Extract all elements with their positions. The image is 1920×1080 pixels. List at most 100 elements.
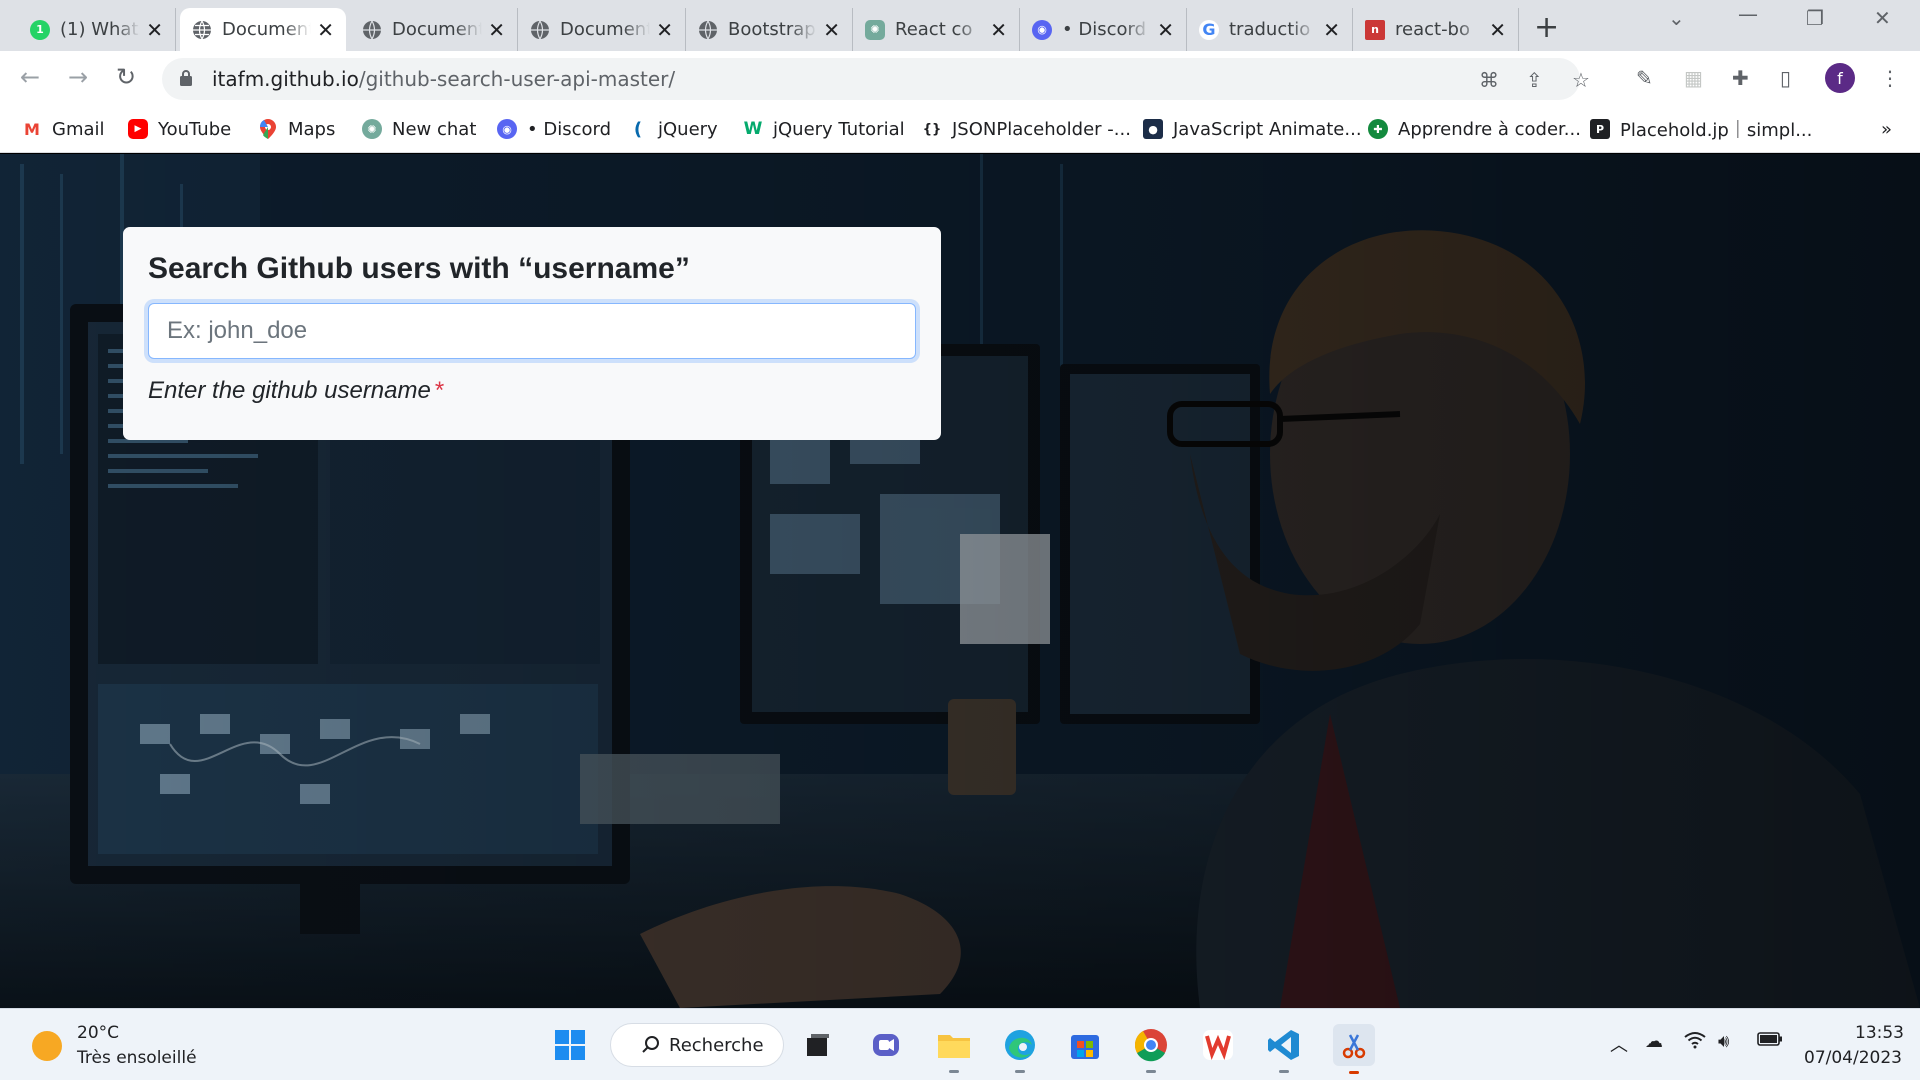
clock-time[interactable]: 13:53 bbox=[1855, 1023, 1904, 1043]
translate-icon[interactable]: ⌘ bbox=[1479, 68, 1499, 92]
snipping-tool-icon[interactable] bbox=[1333, 1024, 1375, 1074]
eyedropper-extension-icon[interactable]: ✎ bbox=[1636, 66, 1653, 90]
w3schools-icon: W bbox=[743, 119, 763, 139]
volume-icon[interactable]: 🔊︎ bbox=[1718, 1031, 1729, 1052]
tab-title: Document bbox=[560, 19, 651, 40]
bookmark-placehold[interactable]: P Placehold.jp｜simpl... bbox=[1590, 115, 1812, 143]
address-bar[interactable]: itafm.github.io/github-search-user-api-m… bbox=[162, 58, 1590, 100]
bookmark-discord[interactable]: ◉ • Discord bbox=[497, 115, 611, 143]
bookmark-new-chat[interactable]: ✺ New chat bbox=[362, 115, 476, 143]
bookmark-label: New chat bbox=[392, 118, 477, 140]
chrome-icon[interactable] bbox=[1133, 1027, 1169, 1073]
search-icon bbox=[642, 1036, 659, 1053]
tab-bootstrap[interactable]: Bootstrap ✕ bbox=[686, 8, 853, 51]
url-text[interactable]: itafm.github.io/github-search-user-api-m… bbox=[212, 67, 675, 91]
close-icon[interactable]: ✕ bbox=[1489, 18, 1506, 42]
bookmark-label: YouTube bbox=[158, 118, 232, 140]
bookmark-star-icon[interactable]: ☆ bbox=[1572, 68, 1590, 92]
window-close-button[interactable]: ✕ bbox=[1874, 6, 1891, 30]
weather-temperature[interactable]: 20°C bbox=[77, 1023, 119, 1043]
bookmark-label: JSONPlaceholder -... bbox=[952, 118, 1131, 140]
start-button[interactable] bbox=[552, 1027, 588, 1063]
tab-document[interactable]: Document ✕ bbox=[350, 8, 518, 51]
discord-icon: ◉ bbox=[497, 119, 517, 139]
reload-button[interactable]: ↻ bbox=[116, 63, 136, 91]
tab-document-active[interactable]: Document ✕ bbox=[180, 8, 346, 51]
globe-icon bbox=[362, 20, 382, 40]
bookmark-youtube[interactable]: ▶ YouTube bbox=[128, 115, 231, 143]
globe-icon bbox=[192, 20, 212, 40]
lock-icon[interactable] bbox=[180, 70, 192, 86]
bookmark-javascript-animate[interactable]: ● JavaScript Animate... bbox=[1143, 115, 1362, 143]
show-hidden-icons-chevron[interactable]: ︿ bbox=[1610, 1031, 1628, 1057]
close-icon[interactable]: ✕ bbox=[1157, 18, 1174, 42]
running-indicator bbox=[1349, 1071, 1359, 1074]
tab-discord[interactable]: ◉ • Discord ✕ bbox=[1020, 8, 1187, 51]
extension-icon[interactable]: ▦ bbox=[1684, 66, 1703, 90]
forward-button[interactable]: → bbox=[68, 63, 88, 91]
bookmark-label: jQuery Tutorial bbox=[773, 118, 905, 140]
close-icon[interactable]: ✕ bbox=[317, 18, 334, 42]
close-icon[interactable]: ✕ bbox=[146, 18, 163, 42]
bookmark-jquery[interactable]: ( jQuery bbox=[628, 115, 718, 143]
close-icon[interactable]: ✕ bbox=[990, 18, 1007, 42]
tab-document[interactable]: Document ✕ bbox=[518, 8, 686, 51]
screen: 1 (1) WhatsApp ✕ Document ✕ Document ✕ D… bbox=[0, 0, 1920, 1080]
back-button[interactable]: ← bbox=[20, 63, 40, 91]
url-domain: itafm.github.io bbox=[212, 67, 359, 91]
username-search-input[interactable] bbox=[148, 303, 916, 359]
page-viewport: Search Github users with “username” Ente… bbox=[0, 154, 1920, 1008]
running-indicator bbox=[949, 1070, 959, 1073]
minimize-button[interactable]: — bbox=[1738, 2, 1758, 26]
tab-google-translation[interactable]: G traductio ✕ bbox=[1187, 8, 1353, 51]
windows-taskbar: 20°C Très ensoleillé Recherche ︿ ☁ 🔊︎ 13… bbox=[0, 1008, 1920, 1080]
tab-react-chat[interactable]: ✺ React co ✕ bbox=[853, 8, 1020, 51]
weather-sun-icon[interactable] bbox=[32, 1031, 62, 1061]
onedrive-cloud-icon[interactable]: ☁ bbox=[1645, 1031, 1663, 1052]
code-icon: ✚ bbox=[1368, 119, 1388, 139]
tab-title: Bootstrap bbox=[728, 19, 816, 40]
close-icon[interactable]: ✕ bbox=[823, 18, 840, 42]
tab-search-chevron-icon[interactable]: ⌄ bbox=[1668, 6, 1685, 30]
close-icon[interactable]: ✕ bbox=[1323, 18, 1340, 42]
wps-office-icon[interactable] bbox=[1200, 1027, 1236, 1063]
task-view-icon[interactable] bbox=[800, 1027, 836, 1063]
clock-date[interactable]: 07/04/2023 bbox=[1804, 1048, 1902, 1068]
tab-npm[interactable]: n react-bo ✕ bbox=[1353, 8, 1519, 51]
profile-avatar[interactable]: f bbox=[1825, 63, 1855, 93]
new-tab-button[interactable]: + bbox=[1534, 10, 1559, 45]
puzzle-extensions-icon[interactable]: ✚ bbox=[1732, 66, 1749, 90]
tab-whatsapp[interactable]: 1 (1) WhatsApp ✕ bbox=[18, 8, 176, 51]
weather-description[interactable]: Très ensoleillé bbox=[77, 1048, 197, 1068]
bookmark-jquery-tutorial[interactable]: W jQuery Tutorial bbox=[743, 115, 905, 143]
bookmark-maps[interactable]: Maps bbox=[258, 115, 335, 143]
bookmark-jsonplaceholder[interactable]: {} JSONPlaceholder -... bbox=[922, 115, 1131, 143]
wifi-icon[interactable] bbox=[1684, 1031, 1706, 1054]
placehold-icon: P bbox=[1590, 119, 1610, 139]
file-explorer-icon[interactable] bbox=[936, 1027, 972, 1073]
gmail-icon: M bbox=[22, 119, 42, 139]
restore-button[interactable]: ❐ bbox=[1806, 6, 1824, 30]
running-indicator bbox=[1015, 1070, 1025, 1073]
side-panel-icon[interactable]: ▯ bbox=[1780, 66, 1791, 90]
bookmark-label: jQuery bbox=[658, 118, 718, 140]
battery-charging-icon[interactable] bbox=[1757, 1031, 1783, 1052]
bookmark-apprendre-coder[interactable]: ✚ Apprendre à coder... bbox=[1368, 115, 1581, 143]
running-indicator bbox=[1146, 1070, 1156, 1073]
edge-icon[interactable] bbox=[1002, 1027, 1038, 1073]
tab-title: traductio bbox=[1229, 19, 1311, 40]
teams-chat-icon[interactable] bbox=[868, 1027, 904, 1063]
menu-kebab-icon[interactable]: ⋮ bbox=[1880, 66, 1900, 90]
close-icon[interactable]: ✕ bbox=[488, 18, 505, 42]
bookmark-gmail[interactable]: M Gmail bbox=[22, 115, 105, 143]
npm-icon: n bbox=[1365, 19, 1385, 40]
whatsapp-icon: 1 bbox=[30, 19, 50, 40]
taskbar-search-box[interactable]: Recherche bbox=[610, 1023, 784, 1067]
bookmarks-overflow-button[interactable]: » bbox=[1881, 119, 1892, 140]
search-heading: Search Github users with “username” bbox=[148, 252, 690, 285]
share-icon[interactable]: ⇪ bbox=[1526, 68, 1543, 92]
microsoft-store-icon[interactable] bbox=[1067, 1027, 1103, 1063]
globe-icon bbox=[530, 20, 550, 40]
vscode-icon[interactable] bbox=[1266, 1027, 1302, 1073]
close-icon[interactable]: ✕ bbox=[656, 18, 673, 42]
